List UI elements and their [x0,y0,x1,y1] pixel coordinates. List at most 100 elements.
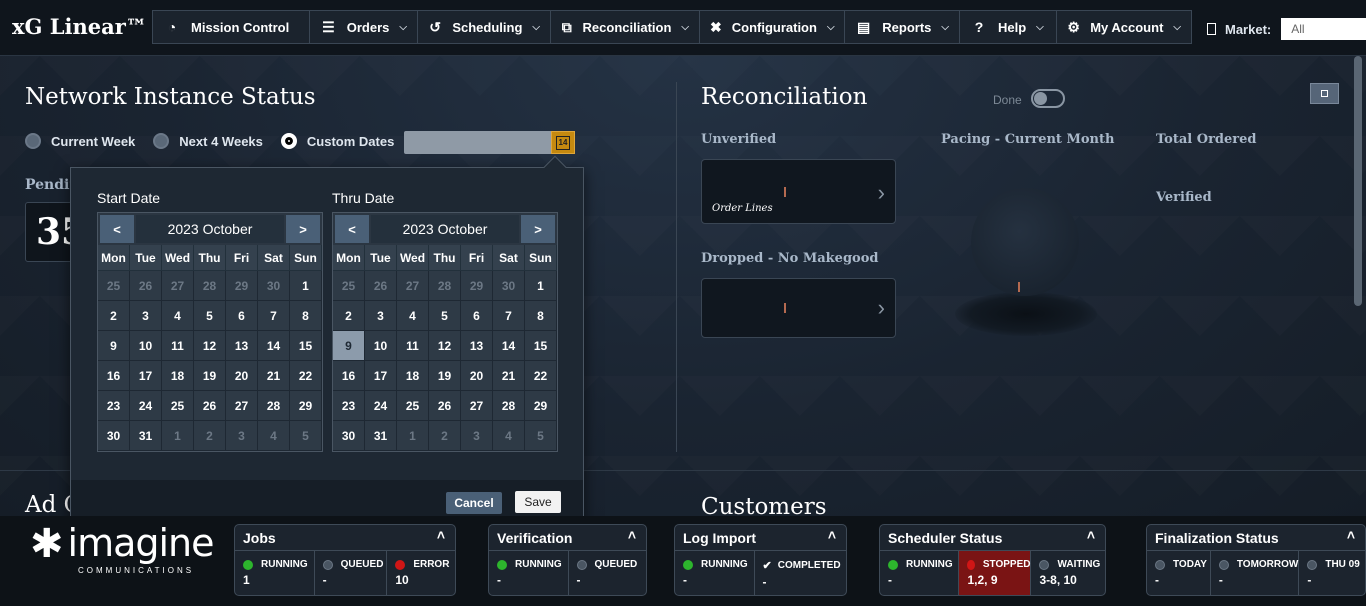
calendar-day[interactable]: 27 [162,271,194,301]
calendar-day[interactable]: 8 [290,301,322,331]
market-input[interactable] [1281,18,1366,40]
calendar-day[interactable]: 13 [461,331,493,361]
calendar-day[interactable]: 30 [258,271,290,301]
calendar-day[interactable]: 8 [525,301,557,331]
calendar-day[interactable]: 1 [290,271,322,301]
next-month-button[interactable]: > [286,215,320,243]
calendar-day[interactable]: 3 [365,301,397,331]
collapse-icon[interactable]: ˄ [1347,527,1355,543]
calendar-day[interactable]: 20 [226,361,258,391]
calendar-day[interactable]: 10 [130,331,162,361]
calendar-day[interactable]: 3 [226,421,258,451]
scrollbar[interactable] [1354,56,1362,306]
calendar-day[interactable]: 29 [226,271,258,301]
calendar-day[interactable]: 19 [194,361,226,391]
calendar-day[interactable]: 28 [493,391,525,421]
calendar-day[interactable]: 23 [333,391,365,421]
calendar-day[interactable]: 30 [493,271,525,301]
calendar-day[interactable]: 26 [365,271,397,301]
nav-scheduling[interactable]: ↺ Scheduling ⌵ [417,10,550,44]
calendar-day[interactable]: 6 [226,301,258,331]
calendar-day[interactable]: 12 [429,331,461,361]
status-cell-running[interactable]: RUNNING 1 [235,551,315,595]
calendar-day[interactable]: 18 [162,361,194,391]
calendar-day[interactable]: 25 [397,391,429,421]
calendar-day[interactable]: 27 [226,391,258,421]
calendar-day[interactable]: 27 [461,391,493,421]
status-cell-tomorrow[interactable]: TOMORROW - [1211,551,1300,595]
calendar-day[interactable]: 14 [258,331,290,361]
nav-configuration[interactable]: ✖ Configuration ⌵ [699,10,844,44]
next-month-button[interactable]: > [521,215,555,243]
custom-date-input[interactable] [404,131,554,154]
calendar-day[interactable]: 6 [461,301,493,331]
nav-reports[interactable]: ▤ Reports ⌵ [844,10,959,44]
calendar-day[interactable]: 31 [130,421,162,451]
calendar-day[interactable]: 24 [365,391,397,421]
calendar-day[interactable]: 16 [98,361,130,391]
calendar-day[interactable]: 1 [162,421,194,451]
calendar-day[interactable]: 15 [525,331,557,361]
prev-month-button[interactable]: < [335,215,369,243]
calendar-day[interactable]: 26 [130,271,162,301]
calendar-day[interactable]: 26 [429,391,461,421]
calendar-day[interactable]: 7 [258,301,290,331]
calendar-day[interactable]: 29 [290,391,322,421]
collapse-icon[interactable]: ˄ [828,527,836,543]
calendar-day[interactable]: 30 [333,421,365,451]
calendar-day[interactable]: 22 [290,361,322,391]
status-cell-running[interactable]: RUNNING - [880,551,960,595]
calendar-day[interactable]: 3 [461,421,493,451]
status-cell-error[interactable]: ERROR 10 [387,551,455,595]
calendar-button[interactable]: 14 [551,131,575,154]
calendar-day[interactable]: 28 [194,271,226,301]
calendar-day[interactable]: 2 [98,301,130,331]
cancel-button[interactable]: Cancel [446,492,502,514]
calendar-day[interactable]: 11 [162,331,194,361]
calendar-day[interactable]: 25 [333,271,365,301]
radio-custom-dates[interactable]: Custom Dates [280,133,394,149]
calendar-day[interactable]: 1 [525,271,557,301]
status-cell-running[interactable]: RUNNING - [675,551,755,595]
calendar-day[interactable]: 5 [429,301,461,331]
calendar-day[interactable]: 12 [194,331,226,361]
calendar-day[interactable]: 22 [525,361,557,391]
calendar-day[interactable]: 21 [258,361,290,391]
calendar-day[interactable]: 31 [365,421,397,451]
maximize-button[interactable] [1310,83,1339,104]
calendar-day[interactable]: 3 [130,301,162,331]
prev-month-button[interactable]: < [100,215,134,243]
status-cell-completed[interactable]: ✔ COMPLETED - [755,551,846,595]
dropped-card[interactable]: › [701,278,896,338]
calendar-day[interactable]: 4 [397,301,429,331]
calendar-day[interactable]: 28 [429,271,461,301]
calendar-day[interactable]: 29 [461,271,493,301]
calendar-day[interactable]: 2 [333,301,365,331]
calendar-day[interactable]: 16 [333,361,365,391]
calendar-day[interactable]: 9 [333,331,365,361]
nav-help[interactable]: ? Help ⌵ [959,10,1056,44]
calendar-day[interactable]: 17 [130,361,162,391]
nav-my-account[interactable]: ⚙ My Account ⌵ [1056,10,1192,44]
status-cell-queued[interactable]: QUEUED - [315,551,388,595]
calendar-day[interactable]: 15 [290,331,322,361]
unverified-card[interactable]: › Order Lines [701,159,896,224]
calendar-day[interactable]: 11 [397,331,429,361]
collapse-icon[interactable]: ˄ [1087,527,1095,543]
calendar-day[interactable]: 20 [461,361,493,391]
calendar-day[interactable]: 5 [194,301,226,331]
calendar-day[interactable]: 25 [162,391,194,421]
status-cell-thu-09[interactable]: THU 09 - [1299,551,1365,595]
done-toggle[interactable] [1031,89,1065,108]
calendar-day[interactable]: 4 [258,421,290,451]
calendar-day[interactable]: 5 [525,421,557,451]
status-cell-running[interactable]: RUNNING - [489,551,569,595]
status-cell-waiting[interactable]: WAITING 3-8, 10 [1031,551,1105,595]
calendar-day[interactable]: 19 [429,361,461,391]
calendar-day[interactable]: 2 [429,421,461,451]
nav-orders[interactable]: ☰ Orders ⌵ [309,10,417,44]
calendar-day[interactable]: 26 [194,391,226,421]
calendar-day[interactable]: 29 [525,391,557,421]
calendar-day[interactable]: 2 [194,421,226,451]
calendar-day[interactable]: 14 [493,331,525,361]
